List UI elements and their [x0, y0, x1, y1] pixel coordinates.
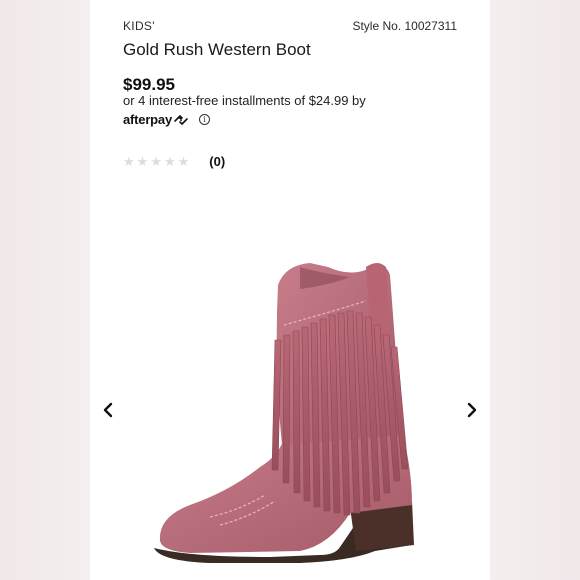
next-image-button[interactable]: [462, 398, 482, 422]
style-number: Style No. 10027311: [352, 19, 457, 33]
rating-row[interactable]: ★ ★ ★ ★ ★ (0): [123, 154, 225, 169]
rating-stars: ★ ★ ★ ★ ★: [123, 153, 190, 169]
background-left: [0, 0, 90, 580]
review-count[interactable]: (0): [209, 154, 225, 169]
star-icon: ★: [136, 153, 149, 169]
chevron-right-icon: [467, 402, 477, 418]
installments-text: or 4 interest-free installments of $24.9…: [123, 93, 366, 108]
star-icon: ★: [177, 153, 190, 169]
background-right: [490, 0, 580, 580]
product-card: KIDS' Style No. 10027311 Gold Rush Weste…: [90, 0, 490, 580]
info-icon[interactable]: i: [198, 114, 210, 125]
afterpay-row: afterpay i: [123, 112, 210, 127]
product-title: Gold Rush Western Boot: [123, 40, 311, 59]
star-icon: ★: [163, 153, 176, 169]
product-price: $99.95: [123, 75, 175, 94]
product-image-boot: [154, 263, 414, 563]
afterpay-arrows-icon: [174, 114, 188, 125]
product-category: KIDS': [123, 19, 155, 33]
afterpay-logo[interactable]: afterpay: [123, 112, 189, 127]
previous-image-button[interactable]: [98, 398, 118, 422]
afterpay-wordmark: afterpay: [123, 112, 172, 127]
star-icon: ★: [150, 153, 162, 169]
star-icon: ★: [123, 153, 135, 169]
chevron-left-icon: [103, 402, 113, 418]
